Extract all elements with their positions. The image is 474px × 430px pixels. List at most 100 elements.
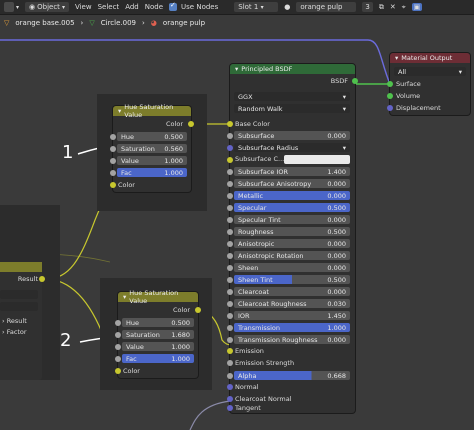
- input-socket[interactable]: [227, 205, 233, 211]
- displacement-socket[interactable]: [387, 105, 393, 111]
- input-socket[interactable]: [227, 325, 233, 331]
- specular-field[interactable]: Specular 0.500: [234, 203, 350, 212]
- field-label: Subsurface Anisotropy: [238, 179, 312, 188]
- node-header[interactable]: ▾ Hue Saturation Value: [113, 103, 191, 119]
- emission-socket[interactable]: [227, 348, 233, 354]
- collapse-chevron-icon[interactable]: ▾: [123, 293, 126, 301]
- input-socket[interactable]: [227, 169, 233, 175]
- output-color-socket[interactable]: [195, 307, 201, 313]
- input-socket[interactable]: [227, 241, 233, 247]
- subsurface-ior-field[interactable]: Subsurface IOR 1.400: [234, 167, 350, 176]
- subsurface-field[interactable]: Subsurface 0.000: [234, 131, 350, 140]
- subsurface-method-dropdown[interactable]: Random Walk ▾: [234, 104, 350, 113]
- output-color-socket[interactable]: [188, 121, 194, 127]
- annotation-number-1: 1: [62, 142, 74, 163]
- anisotropic-rotation-field[interactable]: Anisotropic Rotation 0.000: [234, 251, 350, 260]
- input-socket[interactable]: [115, 320, 121, 326]
- subsurface-radius-dropdown[interactable]: Subsurface Radius ▾: [234, 143, 350, 152]
- fac-field[interactable]: Fac 1.000: [117, 168, 187, 177]
- value-field[interactable]: Value 1.000: [122, 342, 194, 351]
- metallic-field[interactable]: Metallic 0.000: [234, 191, 350, 200]
- node-header[interactable]: [0, 262, 42, 272]
- input-socket[interactable]: [115, 356, 121, 362]
- input-socket[interactable]: [227, 277, 233, 283]
- field-value: 0.000: [327, 131, 346, 140]
- distribution-dropdown[interactable]: GGX ▾: [234, 92, 350, 101]
- input-socket[interactable]: [227, 265, 233, 271]
- field-value: 0.668: [327, 371, 346, 380]
- sheen-field[interactable]: Sheen 0.000: [234, 263, 350, 272]
- input-color-socket[interactable]: [115, 368, 121, 374]
- fac-field[interactable]: Fac 1.000: [122, 354, 194, 363]
- material-output-node[interactable]: ▾ Material Output All ▾ Surface Volume Di…: [387, 53, 470, 115]
- input-socket[interactable]: [227, 229, 233, 235]
- alpha-field[interactable]: Alpha 0.668: [234, 371, 350, 380]
- subsurface-radius-socket[interactable]: [227, 145, 233, 151]
- value-field[interactable]: Value 1.000: [117, 156, 187, 165]
- clearcoat-roughness-field[interactable]: Clearcoat Roughness 0.030: [234, 299, 350, 308]
- roughness-field[interactable]: Roughness 0.500: [234, 227, 350, 236]
- emission-strength-socket[interactable]: [227, 360, 233, 366]
- data-type-dropdown[interactable]: [0, 302, 38, 311]
- input-socket[interactable]: [227, 193, 233, 199]
- node-header[interactable]: ▾ Hue Saturation Value: [118, 289, 198, 305]
- input-socket[interactable]: [227, 301, 233, 307]
- subsurface-color-swatch[interactable]: [284, 155, 350, 164]
- input-socket[interactable]: [227, 253, 233, 259]
- alpha-socket[interactable]: [227, 373, 233, 379]
- field-label: Saturation: [126, 330, 160, 339]
- input-color-socket[interactable]: [110, 182, 116, 188]
- hue-saturation-value-node-2[interactable]: ▾ Hue Saturation Value Color Hue 0.500 Sa…: [115, 289, 201, 378]
- transmission-roughness-field[interactable]: Transmission Roughness 0.000: [234, 335, 350, 344]
- input-socket[interactable]: [110, 170, 116, 176]
- output-bsdf-socket[interactable]: [352, 78, 358, 84]
- principled-bsdf-node[interactable]: ▾ Principled BSDF BSDF GGX ▾ Random Walk ▾…: [227, 64, 358, 413]
- clearcoat-normal-socket[interactable]: [227, 396, 233, 402]
- saturation-field[interactable]: Saturation 0.560: [117, 144, 187, 153]
- hue-field[interactable]: Hue 0.500: [117, 132, 187, 141]
- tangent-socket[interactable]: [227, 405, 233, 411]
- output-color-label: Color: [166, 120, 183, 128]
- input-socket[interactable]: [227, 337, 233, 343]
- tangent-label: Tangent: [235, 404, 261, 412]
- volume-socket[interactable]: [387, 93, 393, 99]
- sheen-tint-field[interactable]: Sheen Tint 0.500: [234, 275, 350, 284]
- transmission-field[interactable]: Transmission 1.000: [234, 323, 350, 332]
- field-label: Anisotropic: [238, 239, 275, 248]
- node-header[interactable]: ▾ Principled BSDF: [230, 64, 355, 74]
- surface-socket[interactable]: [387, 81, 393, 87]
- collapse-chevron-icon[interactable]: ▾: [235, 65, 238, 73]
- hue-field[interactable]: Hue 0.500: [122, 318, 194, 327]
- anisotropic-field[interactable]: Anisotropic 0.000: [234, 239, 350, 248]
- input-socket[interactable]: [227, 289, 233, 295]
- subsurface-color-socket[interactable]: [227, 157, 233, 163]
- target-dropdown[interactable]: All ▾: [394, 67, 466, 76]
- collapse-chevron-icon[interactable]: ▾: [395, 54, 398, 62]
- node-header[interactable]: ▾ Material Output: [390, 53, 470, 63]
- collapse-chevron-icon[interactable]: ▾: [118, 107, 121, 115]
- input-socket[interactable]: [227, 133, 233, 139]
- input-socket[interactable]: [115, 332, 121, 338]
- input-socket[interactable]: [227, 313, 233, 319]
- input-socket[interactable]: [115, 344, 121, 350]
- input-socket[interactable]: [227, 181, 233, 187]
- normal-socket[interactable]: [227, 384, 233, 390]
- output-result-socket[interactable]: [39, 276, 45, 282]
- input-socket[interactable]: [110, 146, 116, 152]
- node-title: Principled BSDF: [241, 65, 293, 73]
- base-color-socket[interactable]: [227, 121, 233, 127]
- input-socket[interactable]: [110, 134, 116, 140]
- field-value: 0.500: [164, 132, 183, 141]
- saturation-field[interactable]: Saturation 1.680: [122, 330, 194, 339]
- field-value: 0.000: [327, 191, 346, 200]
- clearcoat-field[interactable]: Clearcoat 0.000: [234, 287, 350, 296]
- input-socket[interactable]: [110, 158, 116, 164]
- dropdown-value: Random Walk: [238, 104, 283, 113]
- ior-field[interactable]: IOR 1.450: [234, 311, 350, 320]
- mix-node-partial[interactable]: Result › Result › Factor: [0, 262, 45, 380]
- hue-saturation-value-node-1[interactable]: ▾ Hue Saturation Value Color Hue 0.500 Sa…: [110, 103, 194, 192]
- blend-type-dropdown[interactable]: [0, 290, 38, 299]
- input-socket[interactable]: [227, 217, 233, 223]
- specular-tint-field[interactable]: Specular Tint 0.000: [234, 215, 350, 224]
- subsurface-anisotropy-field[interactable]: Subsurface Anisotropy 0.000: [234, 179, 350, 188]
